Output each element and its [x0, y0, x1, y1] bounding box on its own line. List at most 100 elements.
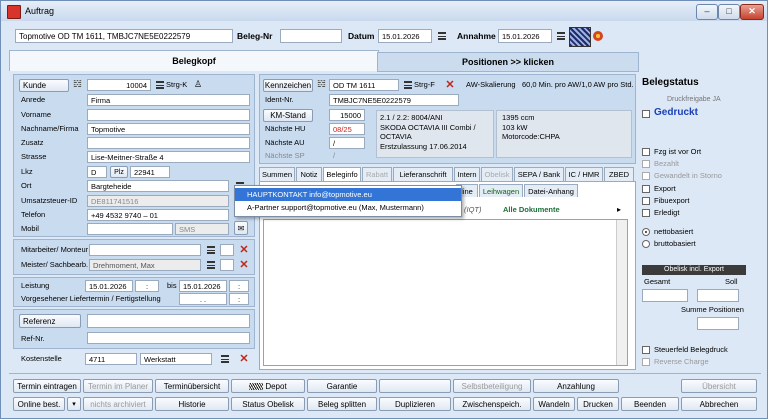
erledigt-checkbox[interactable] [642, 209, 650, 217]
beenden-button[interactable]: Beenden [621, 397, 679, 411]
gesamt-field[interactable] [642, 289, 688, 302]
km-stand-button[interactable]: KM-Stand [263, 109, 313, 122]
leistung-from-time[interactable]: : [135, 280, 159, 292]
soll-field[interactable] [697, 289, 739, 302]
maximize-button[interactable]: □ [718, 4, 740, 20]
mitarbeiter-clear-icon[interactable]: ✕ [239, 245, 249, 256]
termin-im-planer-button[interactable]: Termin im Planer [83, 379, 153, 393]
storno-checkbox[interactable] [642, 172, 650, 180]
email-contact-button[interactable]: ✉ [234, 221, 248, 235]
tab-ic-hmr[interactable]: IC / HMR [565, 167, 603, 181]
popup-item-a-partner[interactable]: A-Partner support@topmotive.eu (Max, Mus… [235, 201, 461, 214]
kennzeichen-clear-icon[interactable]: ✕ [445, 80, 455, 91]
zwischenspeich-button[interactable]: Zwischenspeich. [453, 397, 531, 411]
leistung-from-field[interactable]: 15.01.2026 [85, 280, 133, 292]
lkz-field[interactable]: D [87, 166, 107, 178]
referenz-button[interactable]: Referenz [19, 314, 81, 328]
tab-rabatt[interactable]: Rabatt [362, 167, 392, 181]
documents-scrollbar[interactable] [616, 220, 627, 365]
leistung-to-time[interactable]: : [229, 280, 249, 292]
garantie-button[interactable]: Garantie [307, 379, 377, 393]
datum-field[interactable]: 15.01.2026 [378, 29, 432, 43]
close-button[interactable]: ✕ [740, 4, 764, 20]
anzahlung-button[interactable]: Anzahlung [533, 379, 619, 393]
empty-button[interactable] [379, 379, 451, 393]
person-icon[interactable]: ♙ [194, 79, 202, 90]
strasse-field[interactable]: Lise-Meitner-Straße 4 [87, 151, 250, 163]
meister-list-icon[interactable] [207, 261, 215, 269]
ort-field[interactable]: Bargteheide [87, 180, 229, 192]
barcode-icon[interactable] [569, 27, 591, 47]
referenz-field[interactable] [87, 314, 250, 328]
netto-radio[interactable] [642, 228, 650, 236]
mitarbeiter-code-field[interactable] [220, 244, 234, 256]
tab-positionen[interactable]: Positionen >> klicken [377, 52, 639, 72]
tab-notiz[interactable]: Notiz [296, 167, 322, 181]
liefertermin-field[interactable]: . . [179, 293, 227, 305]
reverse-charge-checkbox[interactable] [642, 358, 650, 366]
kunde-nr-field[interactable]: 10004 [87, 79, 151, 91]
anrede-field[interactable]: Firma [87, 94, 250, 106]
tab-belegkopf[interactable]: Belegkopf [9, 50, 379, 71]
tab-lieferanschrift[interactable]: Lieferanschrift [393, 167, 453, 181]
tab-obelisk[interactable]: Obelisk [481, 167, 513, 181]
au-field[interactable]: / [329, 137, 365, 149]
tab-zbed[interactable]: ZBED [604, 167, 634, 181]
kunde-list-icon[interactable] [156, 81, 164, 89]
drucken-button[interactable]: Drucken [577, 397, 619, 411]
ref-nr-field[interactable] [87, 332, 250, 344]
documents-area[interactable] [263, 219, 628, 366]
subtab-leihwagen[interactable]: Leihwagen [479, 184, 523, 197]
minimize-button[interactable]: ‒ [696, 4, 718, 20]
gedruckt-checkbox[interactable] [642, 110, 650, 118]
mitarbeiter-field[interactable] [89, 244, 201, 256]
fibuexport-checkbox[interactable] [642, 197, 650, 205]
depot-button[interactable]: Depot [231, 379, 305, 393]
meister-clear-icon[interactable]: ✕ [239, 260, 249, 271]
uebersicht-button[interactable]: Übersicht [681, 379, 757, 393]
annahme-field[interactable]: 15.01.2026 [498, 29, 552, 43]
alle-dokumente-link[interactable]: Alle Dokumente [503, 204, 560, 216]
tab-sepa-bank[interactable]: SEPA / Bank [514, 167, 564, 181]
duplizieren-button[interactable]: Duplizieren [379, 397, 451, 411]
kunde-button[interactable]: Kunde [19, 79, 69, 92]
calendar-icon[interactable] [438, 32, 446, 40]
steuerfeld-checkbox[interactable] [642, 346, 650, 354]
termin-eintragen-button[interactable]: Termin eintragen [13, 379, 81, 393]
annahme-calendar-icon[interactable] [557, 32, 565, 40]
kennzeichen-field[interactable]: OD TM 1611 [329, 79, 399, 91]
online-best-button[interactable]: Online best. [13, 397, 65, 411]
werkstatt-field[interactable]: Werkstatt [140, 353, 212, 365]
flower-icon[interactable] [593, 31, 603, 41]
kostenstelle-clear-icon[interactable]: ✕ [239, 354, 249, 365]
beleg-splitten-button[interactable]: Beleg splitten [307, 397, 377, 411]
zusatz-field[interactable] [87, 137, 250, 149]
nichts-archiviert-button[interactable]: nichts archiviert [83, 397, 153, 411]
paperclip-icon[interactable]: 𝍌 [73, 79, 82, 90]
plz-button[interactable]: Plz [110, 166, 128, 178]
tab-beleginfo[interactable]: Beleginfo [323, 167, 361, 182]
beleg-nr-field[interactable] [280, 29, 342, 43]
mitarbeiter-list-icon[interactable] [207, 246, 215, 254]
historie-button[interactable]: Historie [155, 397, 229, 411]
kostenstelle-field[interactable]: 4711 [85, 353, 137, 365]
meister-code-field[interactable] [220, 259, 234, 271]
export-checkbox[interactable] [642, 185, 650, 193]
vehicle-paperclip-icon[interactable]: 𝍌 [317, 79, 326, 90]
summe-positionen-field[interactable] [697, 317, 739, 330]
liefertermin-time[interactable]: : [229, 293, 249, 305]
subtab-datei-anhang[interactable]: Datei-Anhang [524, 184, 578, 197]
plz-field[interactable]: 22941 [130, 166, 170, 178]
tab-intern[interactable]: Intern [454, 167, 480, 181]
kennzeichen-button[interactable]: Kennzeichen [263, 79, 313, 92]
vorname-field[interactable] [87, 109, 250, 121]
ust-field[interactable]: DE811741516 [87, 195, 229, 207]
status-obelisk-button[interactable]: Status Obelisk [231, 397, 305, 411]
telefon-field[interactable]: +49 4532 9740 – 01 [87, 209, 229, 221]
meister-field[interactable]: Drehmoment, Max [89, 259, 201, 271]
ident-field[interactable]: TMBJC7NE5E0222579 [329, 94, 459, 106]
abbrechen-button[interactable]: Abbrechen [681, 397, 757, 411]
selbstbeteiligung-button[interactable]: Selbstbeteiligung [453, 379, 531, 393]
popup-item-hauptkontakt[interactable]: HAUPTKONTAKT info@topmotive.eu [235, 188, 461, 201]
nachname-field[interactable]: Topmotive [87, 123, 250, 135]
